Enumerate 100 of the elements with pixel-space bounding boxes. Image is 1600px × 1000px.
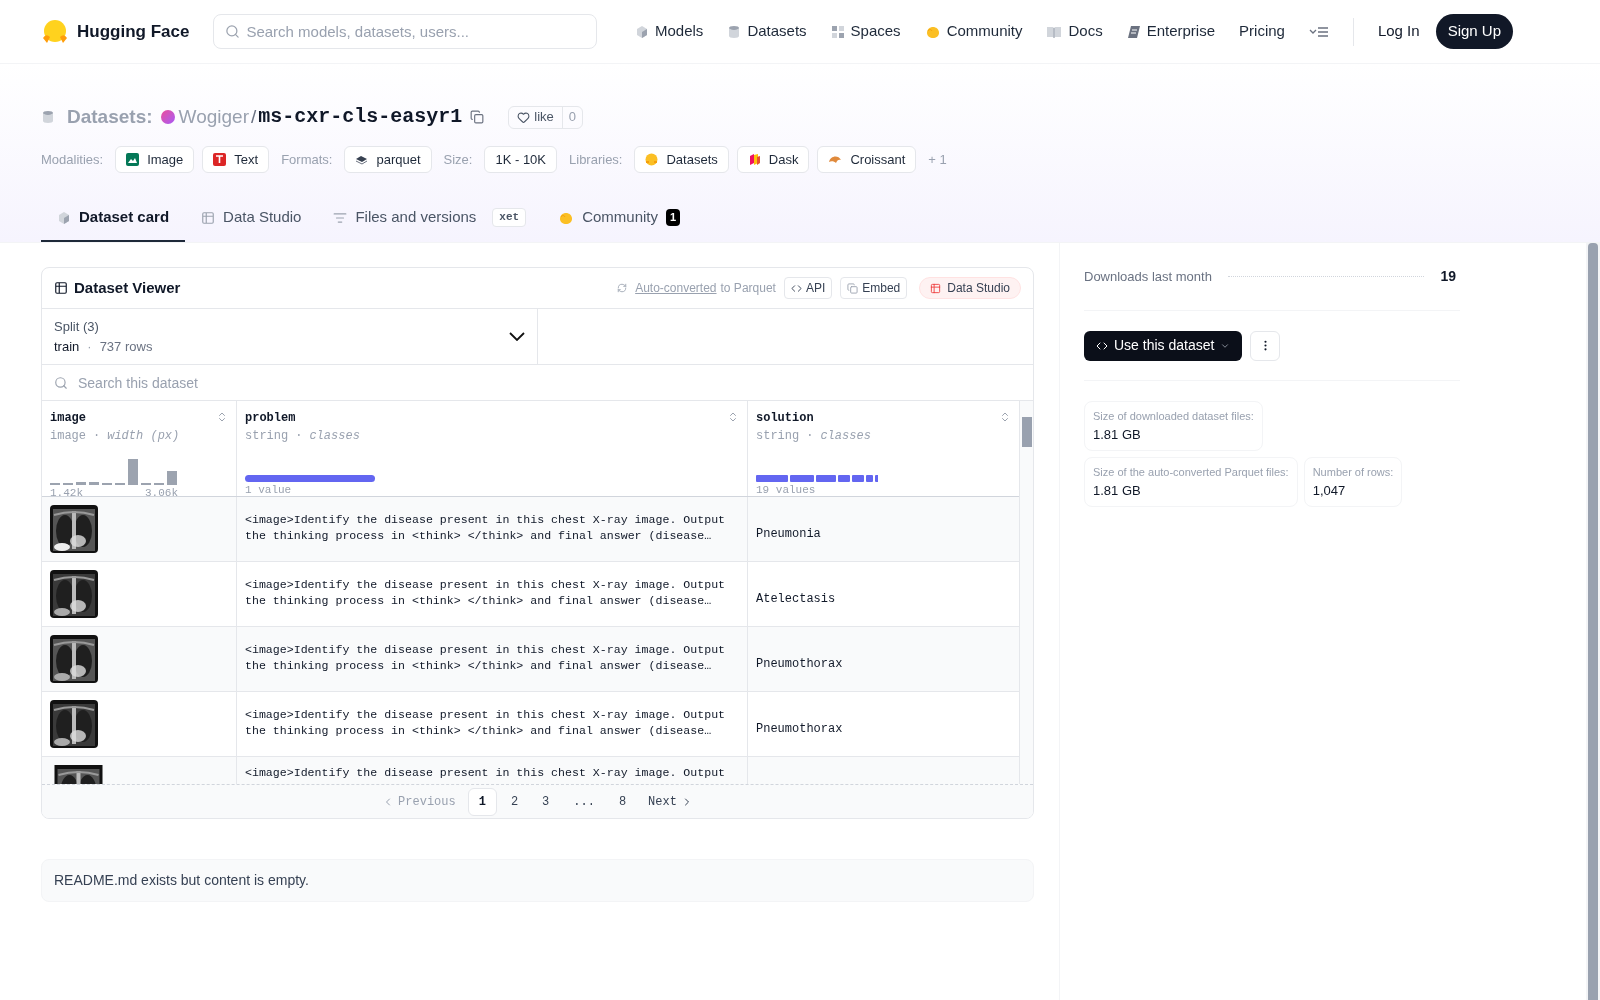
dask-icon xyxy=(747,153,761,166)
column-name: problem xyxy=(245,410,296,427)
tag[interactable]: parquet xyxy=(344,146,432,173)
nav-link[interactable]: Pricing xyxy=(1239,20,1285,43)
brand-name[interactable]: Hugging Face xyxy=(77,18,190,45)
heart-icon xyxy=(517,110,531,124)
split-select[interactable]: Split (3) train · 737 rows xyxy=(42,309,538,364)
nav-link[interactable]: Docs xyxy=(1046,20,1103,43)
search-icon xyxy=(225,24,241,39)
separator-dot: · xyxy=(806,428,814,445)
table-icon xyxy=(930,282,942,294)
tag[interactable]: Text xyxy=(202,146,270,173)
nav-link[interactable]: Datasets xyxy=(727,20,807,43)
viewer-action-button[interactable]: Embed xyxy=(840,277,908,299)
tab[interactable]: Community 1 xyxy=(542,195,697,242)
tab[interactable]: Dataset card xyxy=(41,195,186,242)
column-name: solution xyxy=(756,410,814,427)
separator-dot: · xyxy=(295,428,303,445)
viewer-title: Dataset Viewer xyxy=(74,277,181,298)
tag-group-label: Formats: xyxy=(281,150,333,169)
copy-icon xyxy=(847,282,859,294)
nav-link[interactable]: Enterprise xyxy=(1126,20,1216,43)
column-header[interactable]: problem string · classes 1 value xyxy=(237,401,748,496)
table-icon xyxy=(201,210,216,225)
xet-badge: xet xyxy=(492,208,527,227)
owner-avatar xyxy=(160,110,175,124)
value-count: 1 value xyxy=(245,483,293,498)
tab[interactable]: Data Studio xyxy=(185,195,318,242)
column-header[interactable]: image image · width (px) 1.42k 3.06k xyxy=(42,401,237,496)
nav-link[interactable]: Community xyxy=(924,20,1023,43)
sort-icon[interactable] xyxy=(216,411,228,423)
cube-icon xyxy=(57,210,71,225)
next-button[interactable]: Next xyxy=(640,792,701,811)
parquet-icon xyxy=(355,153,369,166)
search-icon xyxy=(54,375,68,390)
nav-link[interactable]: Models xyxy=(635,20,704,43)
column-type: string xyxy=(756,428,800,445)
dataset-name[interactable]: ms-cxr-cls-easyr1 xyxy=(258,102,463,132)
downloads-count: 19 xyxy=(1440,267,1456,286)
like-button[interactable]: like xyxy=(509,106,562,128)
dataset-search-field[interactable]: Search this dataset xyxy=(42,365,1033,400)
tag[interactable]: Croissant xyxy=(817,146,917,173)
sort-icon[interactable] xyxy=(727,411,739,423)
table-cell: Pneumothorax xyxy=(756,657,843,671)
croissant-icon xyxy=(828,153,843,166)
sort-icon[interactable] xyxy=(999,411,1011,423)
readme-notice: README.md exists but content is empty. xyxy=(41,859,1034,902)
column-header[interactable]: solution string · classes 19 values xyxy=(748,401,1019,496)
menu-icon[interactable] xyxy=(1308,24,1329,39)
tag[interactable]: 1K - 10K xyxy=(484,146,557,173)
page-scrollbar[interactable] xyxy=(1586,243,1600,1000)
page-button[interactable]: 3 xyxy=(532,788,560,815)
text-icon xyxy=(213,153,227,166)
table-icon xyxy=(54,281,68,295)
search-field[interactable]: Search models, datasets, users... xyxy=(213,14,598,49)
tag[interactable]: Image xyxy=(115,146,195,173)
stat-card: Size of downloaded dataset files: 1.81 GB xyxy=(1084,401,1263,451)
cube-icon xyxy=(635,24,649,39)
login-link[interactable]: Log In xyxy=(1377,20,1420,43)
scrollbar[interactable] xyxy=(1019,401,1033,784)
database-icon xyxy=(727,24,742,39)
table-cell: <image>Identify the disease present in this chest X-ray image. Output the thinking process in <think> </think> and final answer (disease… xyxy=(237,497,748,561)
column-name: image xyxy=(50,410,86,427)
separator-dot: · xyxy=(93,428,101,445)
tag-group-label: Modalities: xyxy=(41,150,104,169)
page-button[interactable]: ... xyxy=(563,788,605,815)
column-stat: classes xyxy=(309,428,360,445)
image-icon xyxy=(126,153,140,166)
stat-card: Size of the auto-converted Parquet files: 1.81 GB xyxy=(1084,457,1298,507)
chevron-down-icon xyxy=(509,332,525,341)
viewer-action-button[interactable]: Data Studio xyxy=(919,277,1021,299)
nav-link[interactable]: Spaces xyxy=(830,20,901,43)
tag-group-label: Libraries: xyxy=(569,150,623,169)
copy-icon[interactable] xyxy=(470,110,485,124)
list-icon xyxy=(333,210,348,225)
column-stat: classes xyxy=(820,428,871,445)
book-icon xyxy=(1046,24,1063,39)
column-type: string xyxy=(245,428,289,445)
path-separator: / xyxy=(250,104,257,129)
viewer-action-button[interactable]: API xyxy=(783,277,833,299)
table-cell: <image>Identify the disease present in this chest X-ray image. Output the thinking process in <think> </think> and final answer (disease… xyxy=(237,627,748,691)
grid-icon xyxy=(830,24,845,39)
page-button[interactable]: 2 xyxy=(500,788,529,815)
signup-button[interactable]: Sign Up xyxy=(1435,14,1513,49)
tag[interactable]: Datasets xyxy=(634,146,729,173)
page-button[interactable]: 1 xyxy=(467,787,497,816)
use-dataset-button[interactable]: Use this dataset xyxy=(1084,330,1243,361)
table-cell: Atelectasis xyxy=(756,592,836,606)
downloads-label: Downloads last month xyxy=(1084,267,1212,286)
tag-group-label: Size: xyxy=(443,150,473,169)
like-count: 0 xyxy=(561,106,583,128)
refresh-icon xyxy=(617,283,628,293)
table-cell: <image>Identify the disease present in this chest X-ray image. Output the thinking process in <think> </think> and final answer (disease… xyxy=(237,692,748,756)
value-count: 19 values xyxy=(756,483,817,498)
stat-card: Number of rows: 1,047 xyxy=(1303,457,1403,507)
tag[interactable]: Dask xyxy=(736,146,810,173)
tab[interactable]: Files and versions xet xyxy=(317,195,543,242)
table-cell: Pneumothorax xyxy=(756,722,843,736)
page-button[interactable]: 8 xyxy=(608,788,637,815)
emoji-icon xyxy=(645,153,659,166)
